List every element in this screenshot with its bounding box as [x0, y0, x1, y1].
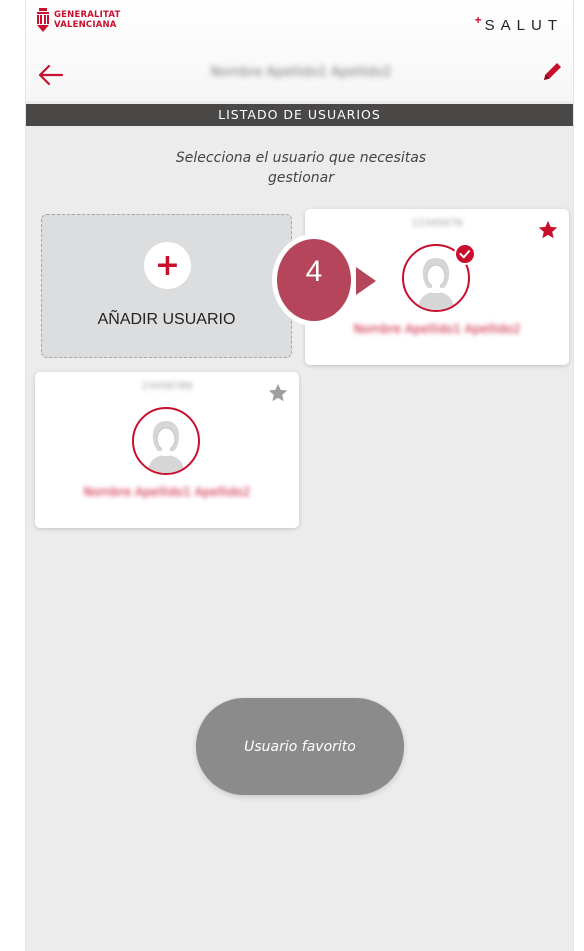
instruction-text: Selecciona el usuario que necesitas gest…: [175, 150, 427, 186]
user-id: 12345678: [411, 218, 463, 229]
check-circle-icon: [454, 243, 476, 265]
app-screen: GENERALITAT VALENCIANA + SALUT Nombre Ape…: [25, 0, 574, 951]
generalitat-logo: GENERALITAT VALENCIANA: [36, 8, 120, 32]
pencil-icon[interactable]: [539, 59, 565, 85]
generalitat-wordmark: GENERALITAT VALENCIANA: [54, 10, 120, 30]
user-name: Nombre Apellido1 Apellido2: [83, 485, 251, 499]
app-header: GENERALITAT VALENCIANA + SALUT Nombre Ape…: [26, 0, 573, 101]
section-title: LISTADO DE USUARIOS: [26, 104, 573, 126]
generalitat-shield-icon: [37, 8, 49, 32]
pointer-arrow-icon: [356, 267, 376, 295]
brand-plus: +: [474, 13, 482, 27]
star-icon[interactable]: [267, 382, 289, 404]
add-user-label: AÑADIR USUARIO: [97, 311, 236, 328]
favorite-user-button[interactable]: Usuario favorito: [196, 698, 404, 795]
back-arrow-icon[interactable]: [36, 62, 66, 88]
user-card[interactable]: 23456789 Nombre Apellido1 Apellido2: [35, 372, 299, 528]
female-avatar-icon: [132, 407, 200, 475]
plus-icon: +: [144, 242, 191, 289]
user-id: 23456789: [141, 381, 193, 392]
step-callout: 4: [270, 231, 358, 329]
star-icon[interactable]: [537, 219, 559, 241]
add-user-button[interactable]: + AÑADIR USUARIO: [41, 214, 292, 358]
current-user-name: Nombre Apellido1 Apellido2: [210, 65, 392, 80]
salut-brand: + SALUT: [475, 13, 563, 34]
logo-line-1: GENERALITAT: [54, 10, 121, 20]
logo-line-2: VALENCIANA: [54, 20, 117, 30]
step-number: 4: [305, 255, 323, 288]
brand-name: SALUT: [484, 17, 563, 34]
